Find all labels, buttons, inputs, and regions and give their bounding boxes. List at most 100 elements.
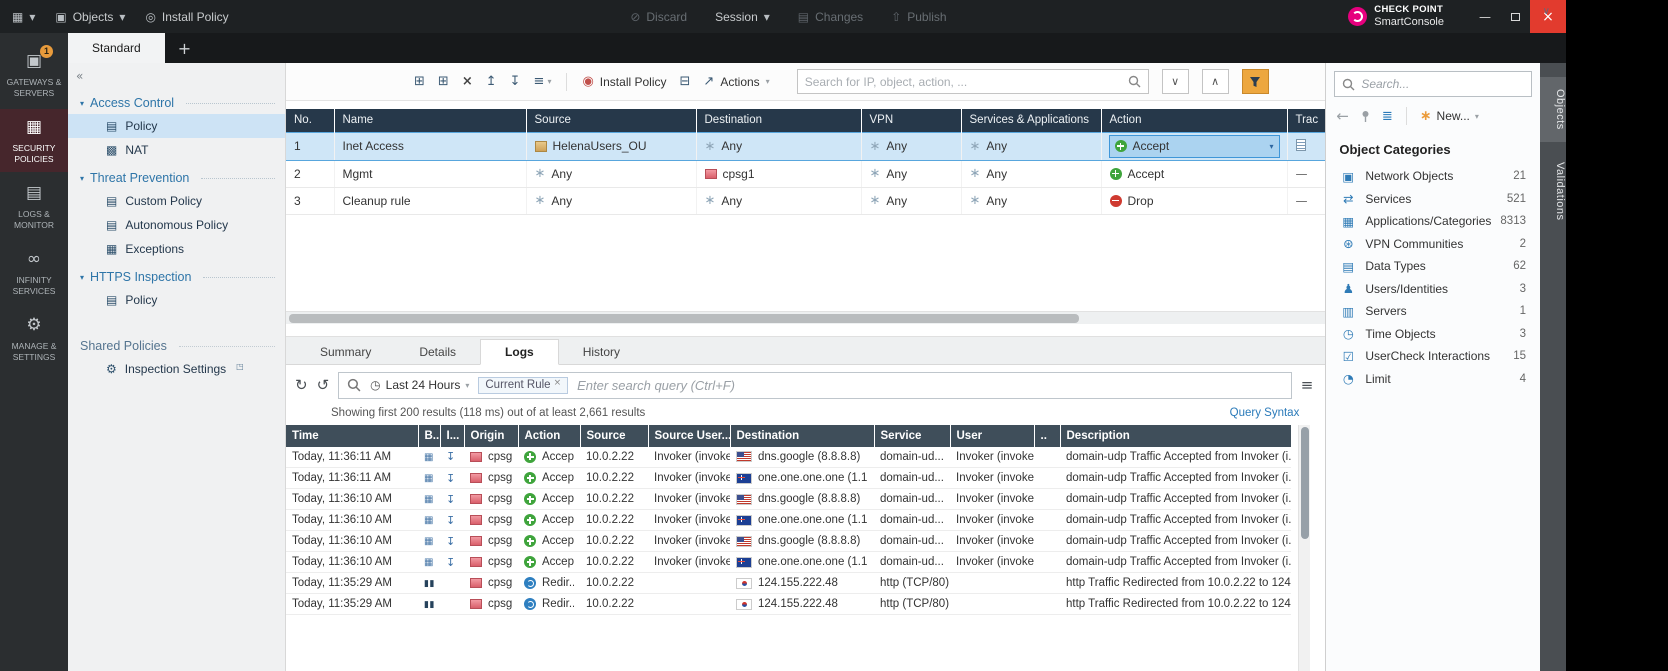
- details-tab[interactable]: History: [559, 340, 644, 364]
- scrollbar-thumb[interactable]: [1301, 427, 1309, 539]
- new-object-button[interactable]: ∗ New... ▾: [1420, 108, 1479, 124]
- column-header-services[interactable]: Services & Applications: [961, 109, 1101, 132]
- nav-item[interactable]: ▤ LOGS & MONITOR: [0, 175, 68, 238]
- tree-item[interactable]: ▤ Policy: [68, 288, 285, 312]
- filter-button[interactable]: [1242, 69, 1269, 94]
- time-range-dropdown[interactable]: ◷ Last 24 Hours ▾: [370, 378, 469, 392]
- minimize-button[interactable]: —: [1470, 0, 1500, 33]
- nav-item[interactable]: ▣ 1 GATEWAYS & SERVERS: [0, 43, 68, 106]
- pin-icon[interactable]: [1360, 110, 1371, 123]
- log-row[interactable]: Today, 11:35:29 AM ▮▮ cpsg1 Redir... 10.…: [286, 573, 1291, 594]
- side-panel-tab[interactable]: Validations: [1540, 150, 1566, 233]
- policy-row[interactable]: 3 Cleanup rule ∗Any ∗Any ∗Any ∗Any Drop …: [286, 187, 1327, 214]
- add-tab-button[interactable]: +: [165, 33, 204, 63]
- collapse-panel-icon[interactable]: ∨: [1543, 6, 1550, 17]
- tree-item[interactable]: ▦ Exceptions: [68, 237, 285, 261]
- sections-menu-button[interactable]: ≡ ▾: [534, 74, 552, 89]
- tree-section-threat-prevention[interactable]: ▾ Threat Prevention: [68, 166, 285, 189]
- column-header-destination[interactable]: Destination: [696, 109, 861, 132]
- tree-item[interactable]: ▤ Custom Policy: [68, 189, 285, 213]
- auto-refresh-icon[interactable]: ↺: [317, 376, 330, 394]
- current-rule-filter-chip[interactable]: Current Rule ×: [478, 377, 568, 394]
- refresh-icon[interactable]: ↻: [295, 376, 308, 394]
- objects-menu-button[interactable]: ▣ Objects ▾: [55, 10, 125, 24]
- object-category-row[interactable]: ▦ Applications/Categories 8313: [1326, 210, 1540, 233]
- publish-button[interactable]: ⇧ Publish: [891, 10, 946, 24]
- log-row[interactable]: Today, 11:36:11 AM ▦ ↧ cpsg1 Accept 10.0…: [286, 468, 1291, 489]
- side-panel-tab[interactable]: Objects: [1540, 77, 1566, 142]
- details-tab[interactable]: Details: [395, 340, 480, 364]
- app-menu-button[interactable]: ▦ ▾: [12, 10, 35, 24]
- log-column-service[interactable]: Service: [874, 425, 950, 447]
- logs-vertical-scrollbar[interactable]: [1298, 425, 1310, 671]
- tree-section-access-control[interactable]: ▾ Access Control: [68, 91, 285, 114]
- log-column-interface[interactable]: I...: [440, 425, 464, 447]
- log-column-origin[interactable]: Origin: [464, 425, 518, 447]
- install-database-icon[interactable]: ⊟: [680, 74, 691, 89]
- rulebase-search-input[interactable]: [805, 75, 1123, 89]
- changes-button[interactable]: ▤ Changes: [798, 10, 863, 24]
- details-tab[interactable]: Summary: [296, 340, 395, 364]
- object-category-row[interactable]: ⇄ Services 521: [1326, 188, 1540, 211]
- log-row[interactable]: Today, 11:35:29 AM ▮▮ cpsg1 Redir... 10.…: [286, 594, 1291, 615]
- object-category-row[interactable]: ⊛ VPN Communities 2: [1326, 233, 1540, 256]
- object-category-row[interactable]: ♟ Users/Identities 3: [1326, 278, 1540, 301]
- discard-button[interactable]: ⊘ Discard: [630, 10, 687, 24]
- tree-item[interactable]: ⚙ Inspection Settings ◳: [68, 357, 285, 381]
- log-row[interactable]: Today, 11:36:10 AM ▦ ↧ cpsg1 Accept 10.0…: [286, 489, 1291, 510]
- horizontal-scrollbar[interactable]: [286, 311, 1325, 324]
- collapse-tree-button[interactable]: «: [68, 66, 285, 87]
- back-arrow-icon[interactable]: ←: [1336, 107, 1349, 125]
- log-row[interactable]: Today, 11:36:10 AM ▦ ↧ cpsg1 Accept 10.0…: [286, 531, 1291, 552]
- remove-filter-icon[interactable]: ×: [554, 379, 562, 388]
- log-column-source[interactable]: Source: [580, 425, 648, 447]
- find-next-button[interactable]: ∨: [1162, 69, 1189, 94]
- add-rule-above-icon[interactable]: ⊞: [414, 74, 425, 89]
- column-header-action[interactable]: Action: [1101, 109, 1287, 132]
- column-header-source[interactable]: Source: [526, 109, 696, 132]
- tree-section-shared-policies[interactable]: Shared Policies: [68, 334, 285, 357]
- nav-item[interactable]: ▦ SECURITY POLICIES: [0, 109, 68, 172]
- tree-item[interactable]: ▩ NAT: [68, 138, 285, 162]
- query-syntax-link[interactable]: Query Syntax: [1230, 407, 1300, 419]
- logs-query-input[interactable]: [577, 378, 1283, 393]
- log-row[interactable]: Today, 11:36:10 AM ▦ ↧ cpsg1 Accept 10.0…: [286, 552, 1291, 573]
- maximize-button[interactable]: [1500, 0, 1530, 33]
- details-tab[interactable]: Logs: [480, 339, 559, 365]
- logs-menu-icon[interactable]: ≡: [1301, 376, 1314, 394]
- nav-item[interactable]: ⚙ MANAGE & SETTINGS: [0, 307, 68, 370]
- list-view-icon[interactable]: ≣: [1382, 109, 1393, 124]
- object-category-row[interactable]: ▥ Servers 1: [1326, 300, 1540, 323]
- log-column-destination[interactable]: Destination: [730, 425, 874, 447]
- install-policy-button[interactable]: ◉ Install Policy: [582, 74, 666, 89]
- log-row[interactable]: Today, 11:36:10 AM ▦ ↧ cpsg1 Accept 10.0…: [286, 510, 1291, 531]
- log-column-action[interactable]: Action: [518, 425, 580, 447]
- log-column-description[interactable]: Description: [1060, 425, 1291, 447]
- action-dropdown[interactable]: Accept▾: [1110, 136, 1279, 157]
- find-previous-button[interactable]: ∧: [1202, 69, 1229, 94]
- actions-button[interactable]: ↗ Actions ▾: [703, 74, 769, 89]
- column-header-no[interactable]: No.: [286, 109, 334, 132]
- delete-rule-icon[interactable]: ×: [462, 74, 473, 89]
- session-dropdown[interactable]: Session ▾: [715, 10, 770, 24]
- log-column-source-user[interactable]: Source User...: [648, 425, 730, 447]
- nav-item[interactable]: ∞ INFINITY SERVICES: [0, 241, 68, 304]
- scrollbar-thumb[interactable]: [289, 314, 1079, 323]
- object-category-row[interactable]: ▣ Network Objects 21: [1326, 165, 1540, 188]
- install-policy-menu-button[interactable]: ◎ Install Policy: [145, 10, 228, 24]
- tree-item[interactable]: ▤ Autonomous Policy: [68, 213, 285, 237]
- log-column-time[interactable]: Time: [286, 425, 418, 447]
- move-rule-top-icon[interactable]: ↥: [486, 74, 497, 89]
- column-header-track[interactable]: Trac: [1287, 109, 1327, 132]
- object-category-row[interactable]: ▤ Data Types 62: [1326, 255, 1540, 278]
- tab-standard[interactable]: Standard: [68, 33, 165, 63]
- object-category-row[interactable]: ☑ UserCheck Interactions 15: [1326, 345, 1540, 368]
- object-category-row[interactable]: ◷ Time Objects 3: [1326, 323, 1540, 346]
- column-header-vpn[interactable]: VPN: [861, 109, 961, 132]
- log-column-user[interactable]: User: [950, 425, 1034, 447]
- log-row[interactable]: Today, 11:36:11 AM ▦ ↧ cpsg1 Accept 10.0…: [286, 447, 1291, 468]
- add-rule-below-icon[interactable]: ⊞: [438, 74, 449, 89]
- log-column-more[interactable]: ..: [1034, 425, 1060, 447]
- tree-item[interactable]: ▤ Policy: [68, 114, 285, 138]
- objects-search-input[interactable]: [1361, 77, 1524, 91]
